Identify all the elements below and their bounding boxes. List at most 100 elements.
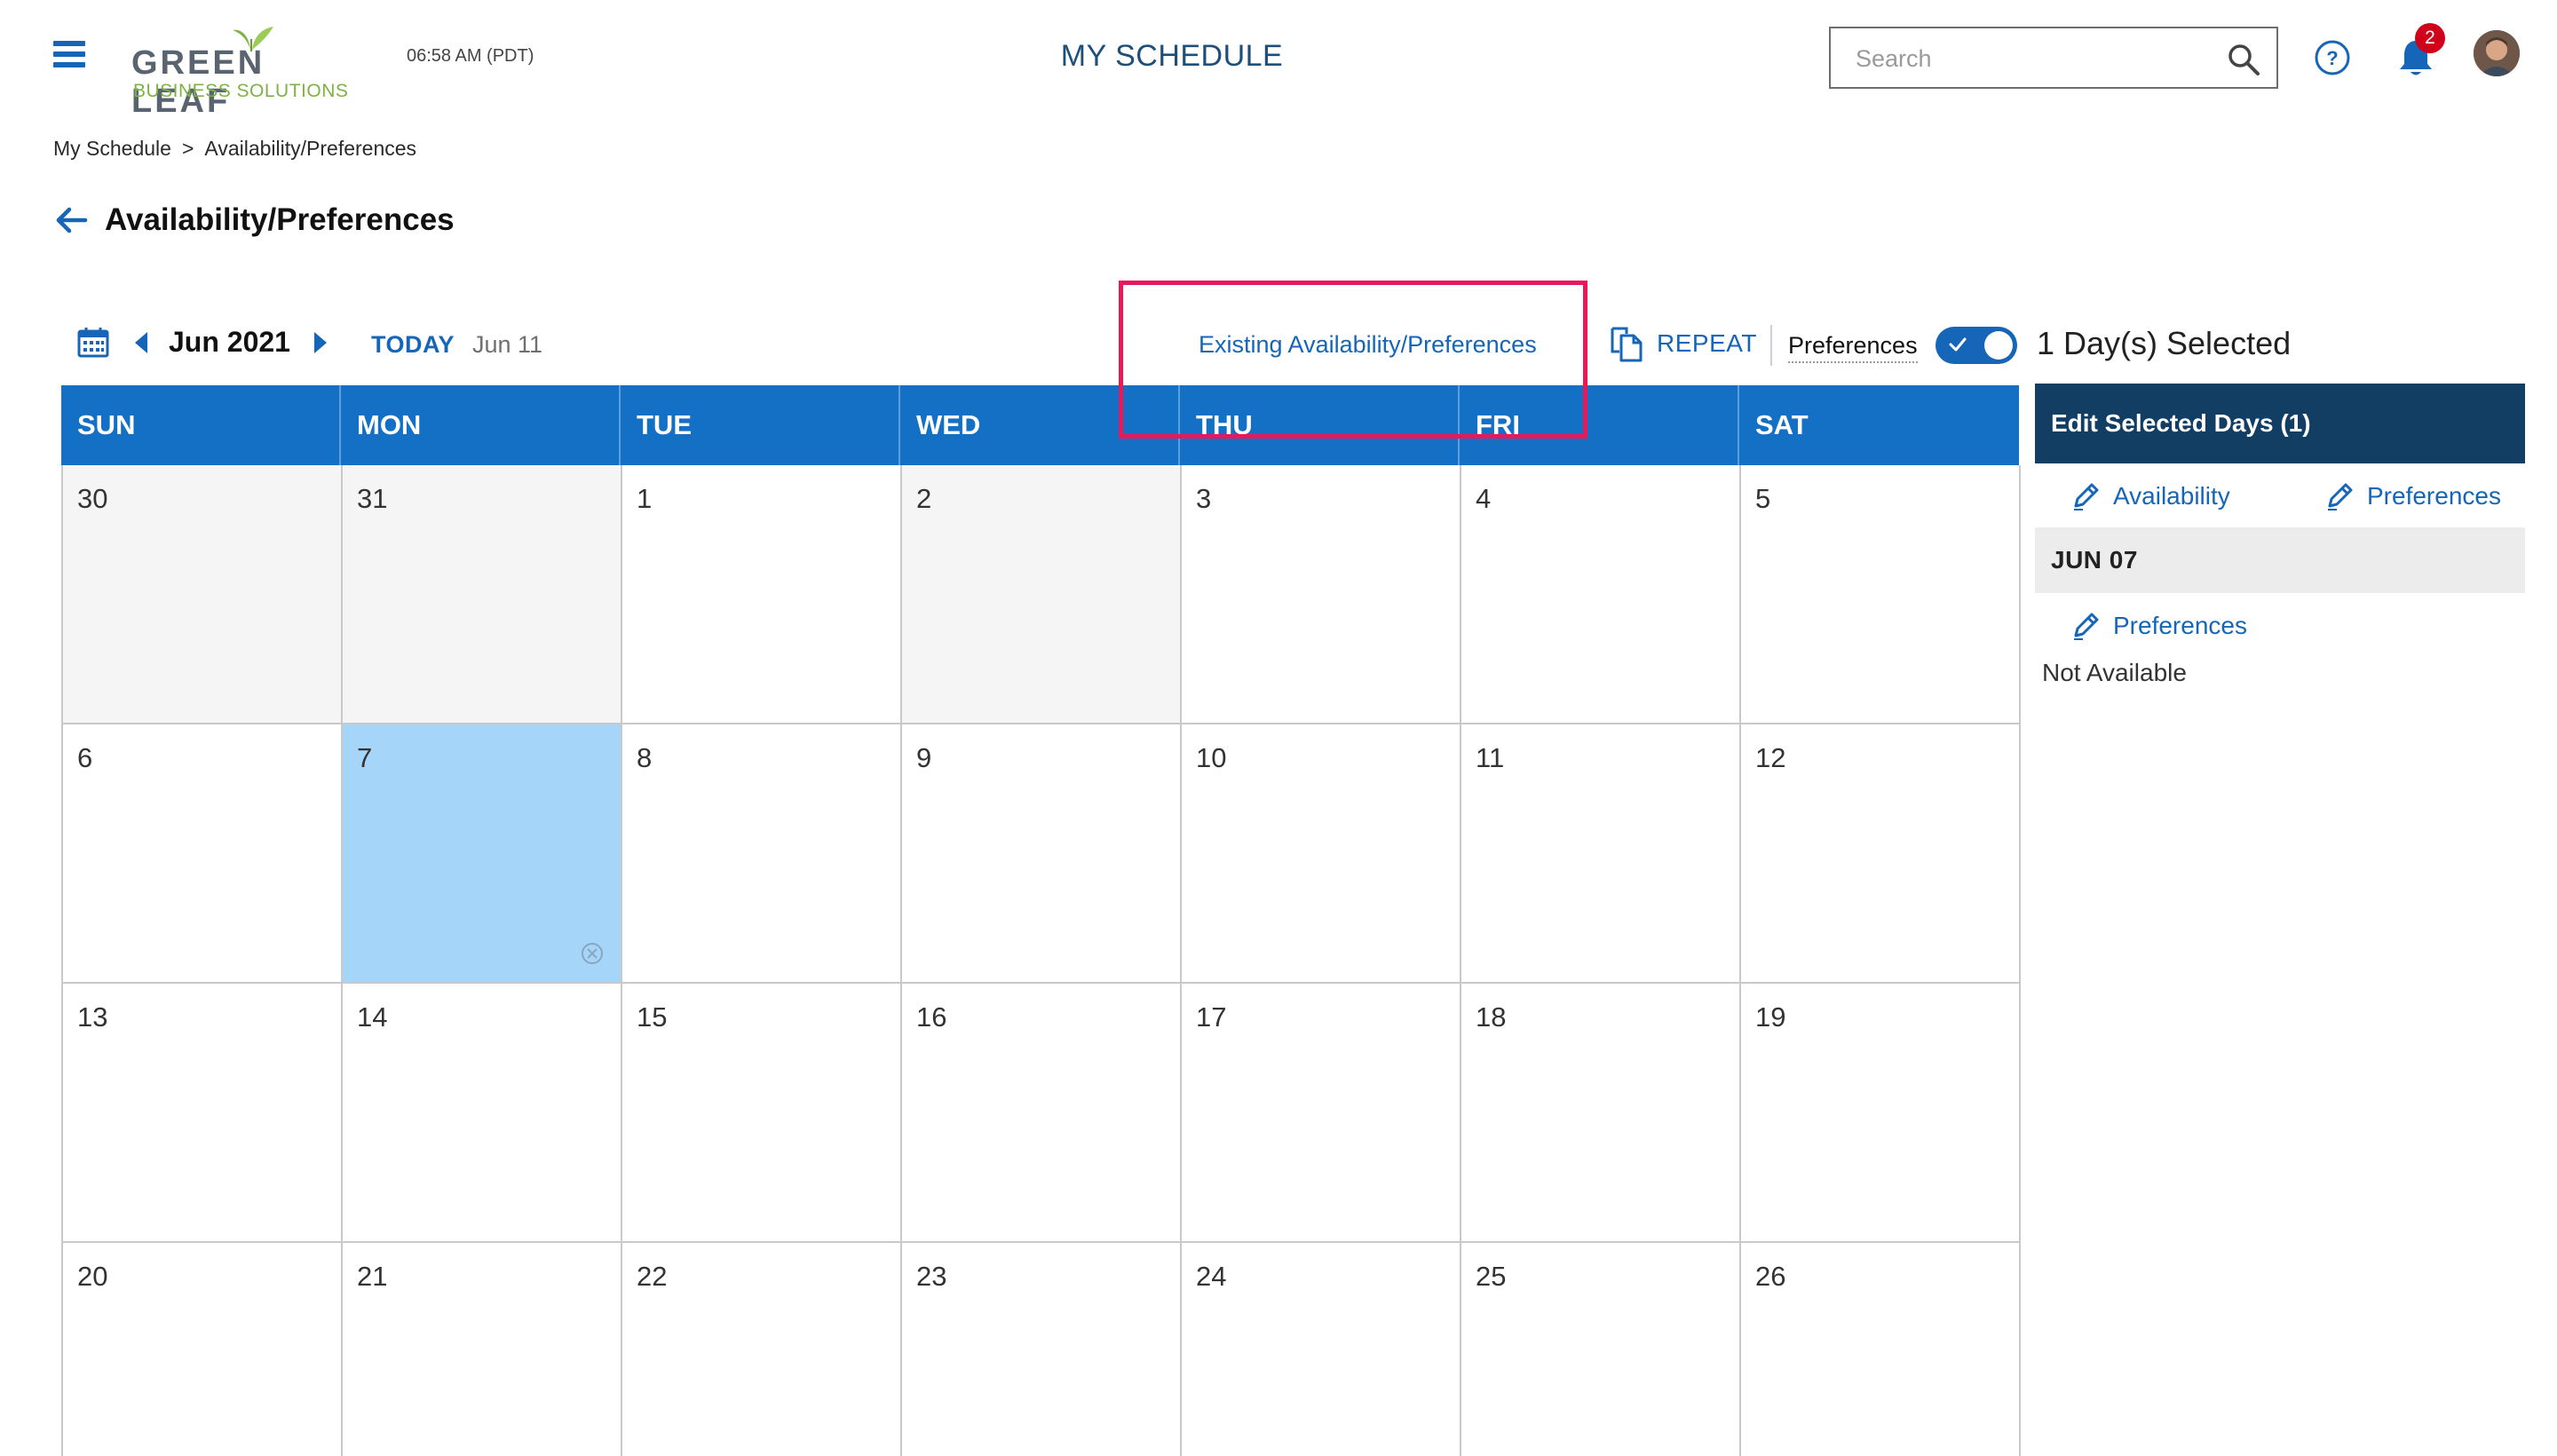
- day-number: 4: [1476, 483, 1492, 514]
- today-button[interactable]: TODAY: [371, 331, 455, 359]
- availability-label: Availability: [2113, 482, 2230, 510]
- date-preferences-row: Preferences: [2035, 593, 2525, 659]
- day-number: 30: [77, 483, 108, 514]
- day-number: 13: [77, 1001, 108, 1033]
- edit-selected-days-panel: Edit Selected Days (1) Availability Pref…: [2035, 384, 2525, 687]
- panel-actions: Availability Preferences: [2035, 463, 2525, 527]
- day-number: 15: [637, 1001, 668, 1033]
- copy-icon: [1611, 327, 1643, 362]
- search-input[interactable]: [1856, 41, 2211, 76]
- calendar-day[interactable]: 18: [1461, 984, 1741, 1243]
- page-header: Availability/Preferences: [53, 202, 455, 238]
- calendar-day[interactable]: 26: [1741, 1243, 2021, 1456]
- calendar-day[interactable]: 6: [63, 724, 343, 984]
- calendar-day[interactable]: 14: [343, 984, 622, 1243]
- day-number: 12: [1755, 742, 1786, 773]
- calendar-day[interactable]: 1: [622, 465, 902, 724]
- toolbar-divider: [1770, 325, 1772, 366]
- calendar-day[interactable]: 9: [902, 724, 1182, 984]
- search-box[interactable]: [1829, 27, 2278, 89]
- calendar-day[interactable]: 20: [63, 1243, 343, 1456]
- weekday-mon: MON: [341, 385, 621, 465]
- logo-subtitle: BUSINESS SOLUTIONS: [133, 81, 349, 101]
- calendar-day[interactable]: 31: [343, 465, 622, 724]
- weekday-fri: FRI: [1460, 385, 1739, 465]
- calendar-day[interactable]: 11: [1461, 724, 1741, 984]
- availability-status: Not Available: [2042, 659, 2187, 686]
- existing-availability-link[interactable]: Existing Availability/Preferences: [1199, 331, 1537, 359]
- calendar-day[interactable]: 24: [1182, 1243, 1461, 1456]
- pencil-icon: [2074, 613, 2099, 640]
- toggle-knob: [1984, 331, 2013, 360]
- calendar-day[interactable]: 10: [1182, 724, 1461, 984]
- day-number: 8: [637, 742, 653, 773]
- calendar-day[interactable]: 8: [622, 724, 902, 984]
- menu-icon[interactable]: [53, 41, 85, 73]
- calendar-day[interactable]: 19: [1741, 984, 2021, 1243]
- preferences-toggle-label: Preferences: [1788, 332, 1918, 363]
- calendar-day[interactable]: 22: [622, 1243, 902, 1456]
- calendar-day[interactable]: 2: [902, 465, 1182, 724]
- day-number: 18: [1476, 1001, 1507, 1033]
- pencil-icon: [2074, 483, 2099, 510]
- breadcrumb-current: Availability/Preferences: [204, 137, 417, 160]
- breadcrumb: My Schedule > Availability/Preferences: [53, 137, 416, 161]
- calendar-day[interactable]: 30: [63, 465, 343, 724]
- day-number: 14: [357, 1001, 388, 1033]
- help-icon[interactable]: ?: [2314, 39, 2351, 76]
- prev-month-icon[interactable]: [131, 330, 151, 355]
- date-preferences-button[interactable]: Preferences: [2070, 611, 2247, 641]
- notification-badge: 2: [2415, 23, 2445, 53]
- pencil-icon: [2328, 483, 2353, 510]
- day-number: 1: [637, 483, 653, 514]
- calendar-day[interactable]: 7: [343, 724, 622, 984]
- back-arrow-icon[interactable]: [53, 204, 89, 236]
- selected-days-count: 1 Day(s) Selected: [2037, 325, 2292, 361]
- calendar-icon[interactable]: [76, 325, 110, 359]
- calendar-day[interactable]: 3: [1182, 465, 1461, 724]
- breadcrumb-separator: >: [181, 137, 194, 160]
- avatar[interactable]: [2474, 30, 2520, 76]
- next-month-icon[interactable]: [311, 330, 330, 355]
- day-number: 2: [916, 483, 932, 514]
- day-number: 11: [1476, 742, 1505, 773]
- weekday-thu: THU: [1180, 385, 1460, 465]
- edit-availability-button[interactable]: Availability: [2070, 481, 2230, 511]
- calendar-day[interactable]: 21: [343, 1243, 622, 1456]
- weekday-tue: TUE: [621, 385, 900, 465]
- calendar-day[interactable]: 12: [1741, 724, 2021, 984]
- day-number: 16: [916, 1001, 947, 1033]
- day-number: 10: [1196, 742, 1227, 773]
- edit-preferences-button[interactable]: Preferences: [2324, 481, 2501, 511]
- day-number: 23: [916, 1261, 947, 1292]
- selected-date-heading: JUN 07: [2035, 527, 2525, 593]
- day-number: 31: [357, 483, 388, 514]
- calendar-day[interactable]: 25: [1461, 1243, 1741, 1456]
- calendar-day[interactable]: 5: [1741, 465, 2021, 724]
- calendar-day[interactable]: 13: [63, 984, 343, 1243]
- clear-selection-icon[interactable]: [580, 941, 605, 966]
- calendar-day[interactable]: 16: [902, 984, 1182, 1243]
- weekday-wed: WED: [900, 385, 1180, 465]
- day-number: 24: [1196, 1261, 1227, 1292]
- today-date: Jun 11: [472, 331, 543, 358]
- day-number: 25: [1476, 1261, 1507, 1292]
- calendar-day[interactable]: 4: [1461, 465, 1741, 724]
- page-title: Availability/Preferences: [105, 202, 455, 237]
- day-number: 9: [916, 742, 932, 773]
- greenleaf-logo: GREEN LEAF BUSINESS SOLUTIONS: [131, 25, 362, 120]
- day-number: 6: [77, 742, 93, 773]
- day-number: 26: [1755, 1261, 1786, 1292]
- calendar-day[interactable]: 23: [902, 1243, 1182, 1456]
- day-number: 22: [637, 1261, 668, 1292]
- svg-text:?: ?: [2326, 47, 2338, 69]
- preferences-toggle[interactable]: [1936, 327, 2017, 364]
- day-number: 19: [1755, 1001, 1786, 1033]
- month-label: Jun 2021: [169, 326, 290, 358]
- calendar-day[interactable]: 15: [622, 984, 902, 1243]
- weekday-sat: SAT: [1755, 409, 1809, 440]
- search-icon[interactable]: [2227, 43, 2260, 76]
- breadcrumb-my-schedule[interactable]: My Schedule: [53, 137, 171, 161]
- repeat-button[interactable]: REPEAT: [1609, 325, 1757, 362]
- calendar-day[interactable]: 17: [1182, 984, 1461, 1243]
